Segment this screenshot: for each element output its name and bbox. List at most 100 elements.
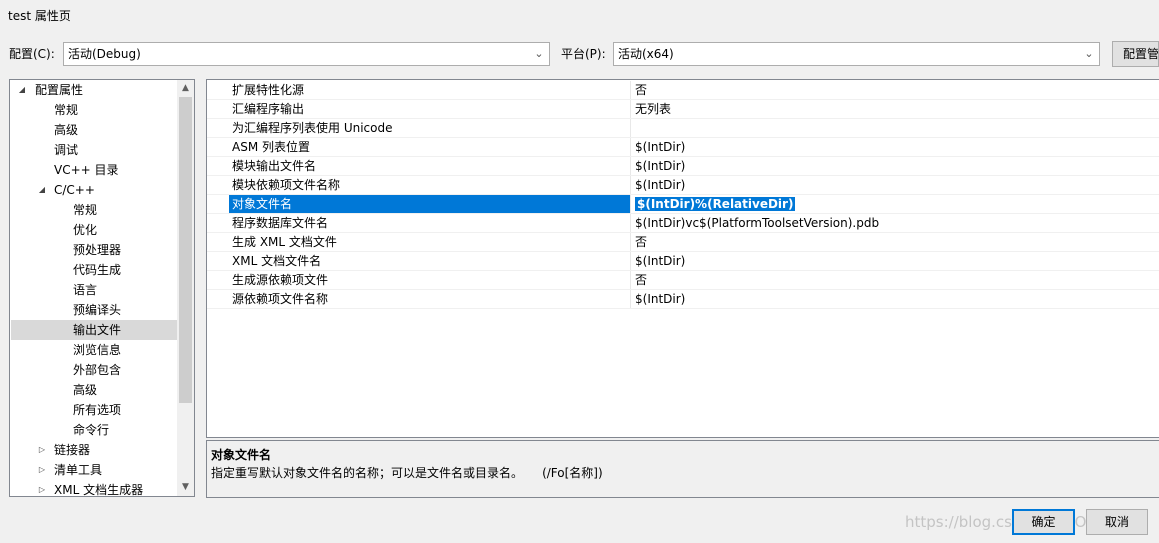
tree-item-label: 代码生成 bbox=[73, 263, 122, 277]
tree-item[interactable]: 常规 bbox=[11, 200, 177, 220]
config-combo[interactable]: 活动(Debug) ⌄ bbox=[63, 42, 550, 66]
platform-label: 平台(P): bbox=[561, 47, 606, 61]
property-value[interactable]: $(IntDir) bbox=[631, 138, 1159, 156]
property-value[interactable]: $(IntDir) bbox=[631, 176, 1159, 194]
property-row[interactable]: 对象文件名 $(IntDir)%(RelativeDir) bbox=[207, 195, 1159, 214]
tree-item[interactable]: 常规 bbox=[11, 100, 177, 120]
property-value[interactable]: 否 bbox=[631, 81, 1159, 99]
property-value[interactable]: 无列表 bbox=[631, 100, 1159, 118]
property-value[interactable]: $(IntDir)vc$(PlatformToolsetVersion).pdb bbox=[631, 214, 1159, 232]
tree-item[interactable]: 预编译头 bbox=[11, 300, 177, 320]
description-title: 对象文件名 bbox=[211, 448, 272, 462]
tree-item-label: 预处理器 bbox=[73, 243, 122, 257]
property-value[interactable]: 否 bbox=[631, 271, 1159, 289]
config-combo-value: 活动(Debug) bbox=[68, 47, 141, 61]
tree-item[interactable]: 输出文件 bbox=[11, 320, 177, 340]
cancel-button[interactable]: 取消 bbox=[1086, 509, 1148, 535]
tree-item-label: 命令行 bbox=[73, 423, 110, 437]
property-value[interactable]: $(IntDir)%(RelativeDir) bbox=[631, 195, 1159, 213]
property-name: 源依赖项文件名称 bbox=[229, 290, 631, 308]
tree-item-label: 常规 bbox=[54, 103, 79, 117]
tree-item-label: 预编译头 bbox=[73, 303, 122, 317]
tree-item[interactable]: ◢ 配置属性 bbox=[11, 80, 177, 100]
scroll-up-icon[interactable]: ▲ bbox=[177, 80, 194, 97]
tree-item-label: 所有选项 bbox=[73, 403, 122, 417]
tree-item[interactable]: ▷ XML 文档生成器 bbox=[11, 480, 177, 497]
property-name: 生成 XML 文档文件 bbox=[229, 233, 631, 251]
tree-item[interactable]: 所有选项 bbox=[11, 400, 177, 420]
property-row[interactable]: 程序数据库文件名 $(IntDir)vc$(PlatformToolsetVers… bbox=[207, 214, 1159, 233]
tree-item[interactable]: 预处理器 bbox=[11, 240, 177, 260]
chevron-down-icon: ⌄ bbox=[1084, 47, 1094, 60]
tree-item[interactable]: 高级 bbox=[11, 380, 177, 400]
tree-item-label: 配置属性 bbox=[35, 83, 84, 97]
scrollbar-thumb[interactable] bbox=[179, 97, 192, 403]
property-row[interactable]: 源依赖项文件名称 $(IntDir) bbox=[207, 290, 1159, 309]
tree-item[interactable]: 外部包含 bbox=[11, 360, 177, 380]
tree-item-label: 链接器 bbox=[54, 443, 91, 457]
property-name: 生成源依赖项文件 bbox=[229, 271, 631, 289]
tree-scrollbar[interactable]: ▲ ▼ bbox=[177, 80, 194, 496]
tree-item[interactable]: ▷ 清单工具 bbox=[11, 460, 177, 480]
property-row[interactable]: ASM 列表位置 $(IntDir) bbox=[207, 138, 1159, 157]
property-value[interactable]: 否 bbox=[631, 233, 1159, 251]
expand-arrow-icon[interactable]: ▷ bbox=[37, 440, 47, 460]
description-panel: 对象文件名 指定重写默认对象文件名的名称；可以是文件名或目录名。 (/Fo[名称… bbox=[206, 440, 1159, 498]
tree-item-label: 常规 bbox=[73, 203, 98, 217]
property-name: 对象文件名 bbox=[229, 195, 631, 213]
tree-item[interactable]: 优化 bbox=[11, 220, 177, 240]
property-row[interactable]: 生成 XML 文档文件否 bbox=[207, 233, 1159, 252]
tree-item-label: 优化 bbox=[73, 223, 98, 237]
expand-arrow-icon[interactable]: ▷ bbox=[37, 480, 47, 496]
config-manager-button[interactable]: 配置管 bbox=[1112, 41, 1159, 67]
property-name: 为汇编程序列表使用 Unicode bbox=[229, 119, 631, 137]
tree-item-label: C/C++ bbox=[54, 183, 95, 197]
tree-item-label: 语言 bbox=[73, 283, 98, 297]
scroll-down-icon[interactable]: ▼ bbox=[177, 479, 194, 496]
window-title: test 属性页 bbox=[8, 9, 71, 23]
tree-item[interactable]: 命令行 bbox=[11, 420, 177, 440]
platform-combo[interactable]: 活动(x64) ⌄ bbox=[613, 42, 1100, 66]
collapse-arrow-icon[interactable]: ◢ bbox=[17, 80, 27, 100]
tree-item[interactable]: 高级 bbox=[11, 120, 177, 140]
tree-item[interactable]: ◢ C/C++ bbox=[11, 180, 177, 200]
property-row[interactable]: 模块依赖项文件名称 $(IntDir) bbox=[207, 176, 1159, 195]
ok-button[interactable]: 确定 bbox=[1012, 509, 1075, 535]
property-value[interactable]: $(IntDir) bbox=[631, 252, 1159, 270]
expand-arrow-icon[interactable]: ▷ bbox=[37, 460, 47, 480]
property-name: 扩展特性化源 bbox=[229, 81, 631, 99]
tree-item-label: 浏览信息 bbox=[73, 343, 122, 357]
tree-item[interactable]: ▷ 链接器 bbox=[11, 440, 177, 460]
property-value[interactable]: $(IntDir) bbox=[631, 157, 1159, 175]
property-grid: 扩展特性化源否汇编程序输出 无列表 为汇编程序列表使用 Unicode ASM 列表位… bbox=[206, 79, 1159, 438]
property-name: XML 文档文件名 bbox=[229, 252, 631, 270]
property-row[interactable]: 模块输出文件名 $(IntDir) bbox=[207, 157, 1159, 176]
platform-combo-value: 活动(x64) bbox=[618, 47, 674, 61]
tree-item[interactable]: VC++ 目录 bbox=[11, 160, 177, 180]
property-value[interactable] bbox=[631, 119, 1159, 137]
tree-item-label: XML 文档生成器 bbox=[54, 483, 144, 497]
property-row[interactable]: 为汇编程序列表使用 Unicode bbox=[207, 119, 1159, 138]
property-value[interactable]: $(IntDir) bbox=[631, 290, 1159, 308]
tree-item[interactable]: 代码生成 bbox=[11, 260, 177, 280]
tree-item-label: 高级 bbox=[73, 383, 98, 397]
property-name: 程序数据库文件名 bbox=[229, 214, 631, 232]
property-row[interactable]: 扩展特性化源否 bbox=[207, 81, 1159, 100]
property-name: 汇编程序输出 bbox=[229, 100, 631, 118]
property-row[interactable]: 汇编程序输出 无列表 bbox=[207, 100, 1159, 119]
tree-item-label: 输出文件 bbox=[73, 323, 122, 337]
property-row[interactable]: 生成源依赖项文件否 bbox=[207, 271, 1159, 290]
tree-item[interactable]: 浏览信息 bbox=[11, 340, 177, 360]
tree-item[interactable]: 调试 bbox=[11, 140, 177, 160]
config-label: 配置(C): bbox=[9, 47, 55, 61]
tree-item-label: VC++ 目录 bbox=[54, 163, 119, 177]
property-value-selected[interactable]: $(IntDir)%(RelativeDir) bbox=[635, 197, 796, 211]
property-name: 模块依赖项文件名称 bbox=[229, 176, 631, 194]
tree-item-label: 外部包含 bbox=[73, 363, 122, 377]
tree-item-label: 清单工具 bbox=[54, 463, 103, 477]
property-name: 模块输出文件名 bbox=[229, 157, 631, 175]
collapse-arrow-icon[interactable]: ◢ bbox=[37, 180, 47, 200]
description-text: 指定重写默认对象文件名的名称；可以是文件名或目录名。 (/Fo[名称]) bbox=[211, 466, 603, 480]
tree-item[interactable]: 语言 bbox=[11, 280, 177, 300]
property-row[interactable]: XML 文档文件名 $(IntDir) bbox=[207, 252, 1159, 271]
